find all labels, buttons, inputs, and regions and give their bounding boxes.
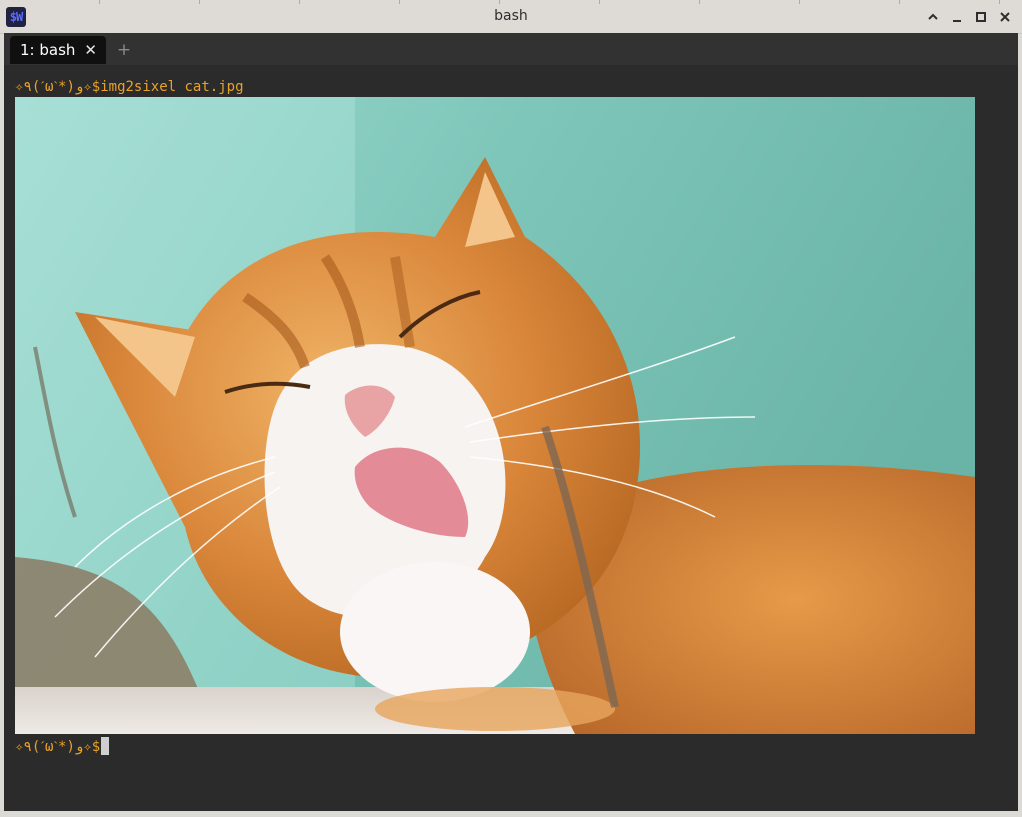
terminal-pane[interactable]: 1: bash ✕ + ✧٩(ˊωˋ*)و✧$img2sixel cat.jpg (4, 33, 1018, 811)
sixel-image (15, 97, 975, 734)
tab-label: 1: bash (20, 41, 76, 59)
title-bar[interactable]: $W bash (0, 0, 1022, 34)
prompt: ✧٩(ˊωˋ*)و✧$ (15, 79, 101, 95)
maximize-icon[interactable] (972, 8, 990, 26)
window-controls (924, 0, 1014, 33)
command-text: img2sixel cat.jpg (100, 79, 244, 95)
tab-bar: 1: bash ✕ + (4, 33, 1018, 65)
close-icon[interactable] (996, 8, 1014, 26)
prompt: ✧٩(ˊωˋ*)و✧$ (15, 739, 101, 755)
terminal-output[interactable]: ✧٩(ˊωˋ*)و✧$img2sixel cat.jpg ✧٩(ˊωˋ*)و✧$ (4, 65, 1018, 811)
chevron-up-icon[interactable] (924, 8, 942, 26)
tab-close-icon[interactable]: ✕ (84, 41, 97, 59)
command-line: ✧٩(ˊωˋ*)و✧$img2sixel cat.jpg (15, 77, 244, 97)
ruler-marks (0, 0, 1022, 4)
terminal-window: $W bash 1: bash ✕ + ✧٩(ˊωˋ*)و✧$img2sixel… (0, 0, 1022, 817)
app-icon[interactable]: $W (6, 7, 26, 27)
prompt-line: ✧٩(ˊωˋ*)و✧$ (15, 737, 110, 757)
tab-bash[interactable]: 1: bash ✕ (10, 36, 106, 64)
new-tab-button[interactable]: + (116, 38, 132, 62)
text-cursor (101, 737, 110, 755)
window-title: bash (494, 8, 528, 24)
minimize-icon[interactable] (948, 8, 966, 26)
